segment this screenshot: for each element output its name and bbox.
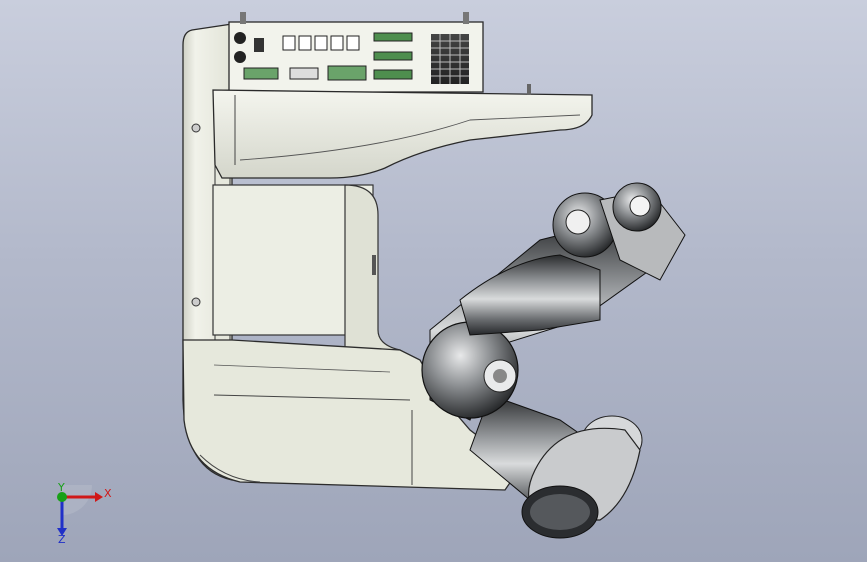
ethernet-ports [282, 35, 360, 51]
cad-viewport[interactable]: X Y Z [0, 0, 867, 562]
robot-arm-upper [421, 182, 686, 421]
connector-panel [228, 12, 484, 93]
z-axis-label: Z [58, 533, 66, 546]
vent-grille [431, 34, 469, 84]
x-axis-arrow [95, 492, 103, 502]
x-axis-label: X [104, 487, 112, 500]
y-axis-label: Y [57, 481, 65, 494]
robot-model[interactable]: X Y Z [0, 0, 867, 562]
robot-arm-lower [469, 394, 643, 539]
shelf-bracket [212, 84, 593, 179]
axis-triad: X Y Z [57, 481, 112, 546]
